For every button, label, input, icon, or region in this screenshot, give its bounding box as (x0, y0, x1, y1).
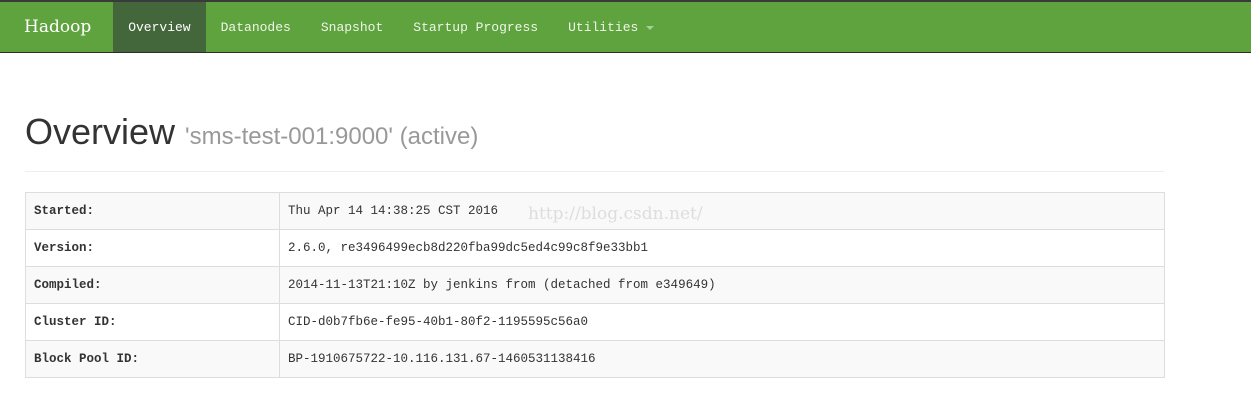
nav-datanodes[interactable]: Datanodes (206, 2, 306, 52)
divider (25, 171, 1164, 172)
watermark: http://blog.csdn.net/ (528, 204, 703, 224)
row-value: 2014-11-13T21:10Z by jenkins from (detac… (279, 266, 1165, 304)
nav-overview[interactable]: Overview (113, 2, 206, 52)
brand-link[interactable]: Hadoop (0, 2, 113, 52)
table-row: Version: 2.6.0, re3496499ecb8d220fba99dc5… (25, 229, 1165, 267)
page-subtitle: 'sms-test-001:9000' (active) (185, 123, 479, 150)
nav-utilities[interactable]: Utilities (553, 2, 669, 52)
nav-utilities-label: Utilities (568, 19, 639, 35)
table-row: Cluster ID: CID-d0b7fb6e-fe95-40b1-80f2-1… (25, 303, 1165, 341)
row-key: Version: (25, 229, 280, 267)
row-value: Thu Apr 14 14:38:25 CST 2016 (279, 192, 1165, 230)
table-row: Block Pool ID: BP-1910675722-10.116.131.6… (25, 340, 1165, 378)
nav-snapshot[interactable]: Snapshot (306, 2, 398, 52)
nav-startup-progress[interactable]: Startup Progress (398, 2, 553, 52)
table-row: Compiled: 2014-11-13T21:10Z by jenkins fr… (25, 266, 1165, 304)
row-key: Compiled: (25, 266, 280, 304)
row-value: BP-1910675722-10.116.131.67-146053113841… (279, 340, 1165, 378)
page-title-text: Overview (25, 111, 176, 152)
row-key: Block Pool ID: (25, 340, 280, 378)
caret-down-icon (646, 26, 655, 30)
row-value: CID-d0b7fb6e-fe95-40b1-80f2-1195595c56a0 (279, 303, 1165, 341)
row-key: Started: (25, 192, 280, 230)
page-title: Overview 'sms-test-001:9000' (active) (25, 111, 478, 153)
row-value: 2.6.0, re3496499ecb8d220fba99dc5ed4c99c8… (279, 229, 1165, 267)
navbar: Hadoop Overview Datanodes Snapshot Start… (0, 0, 1251, 53)
row-key: Cluster ID: (25, 303, 280, 341)
